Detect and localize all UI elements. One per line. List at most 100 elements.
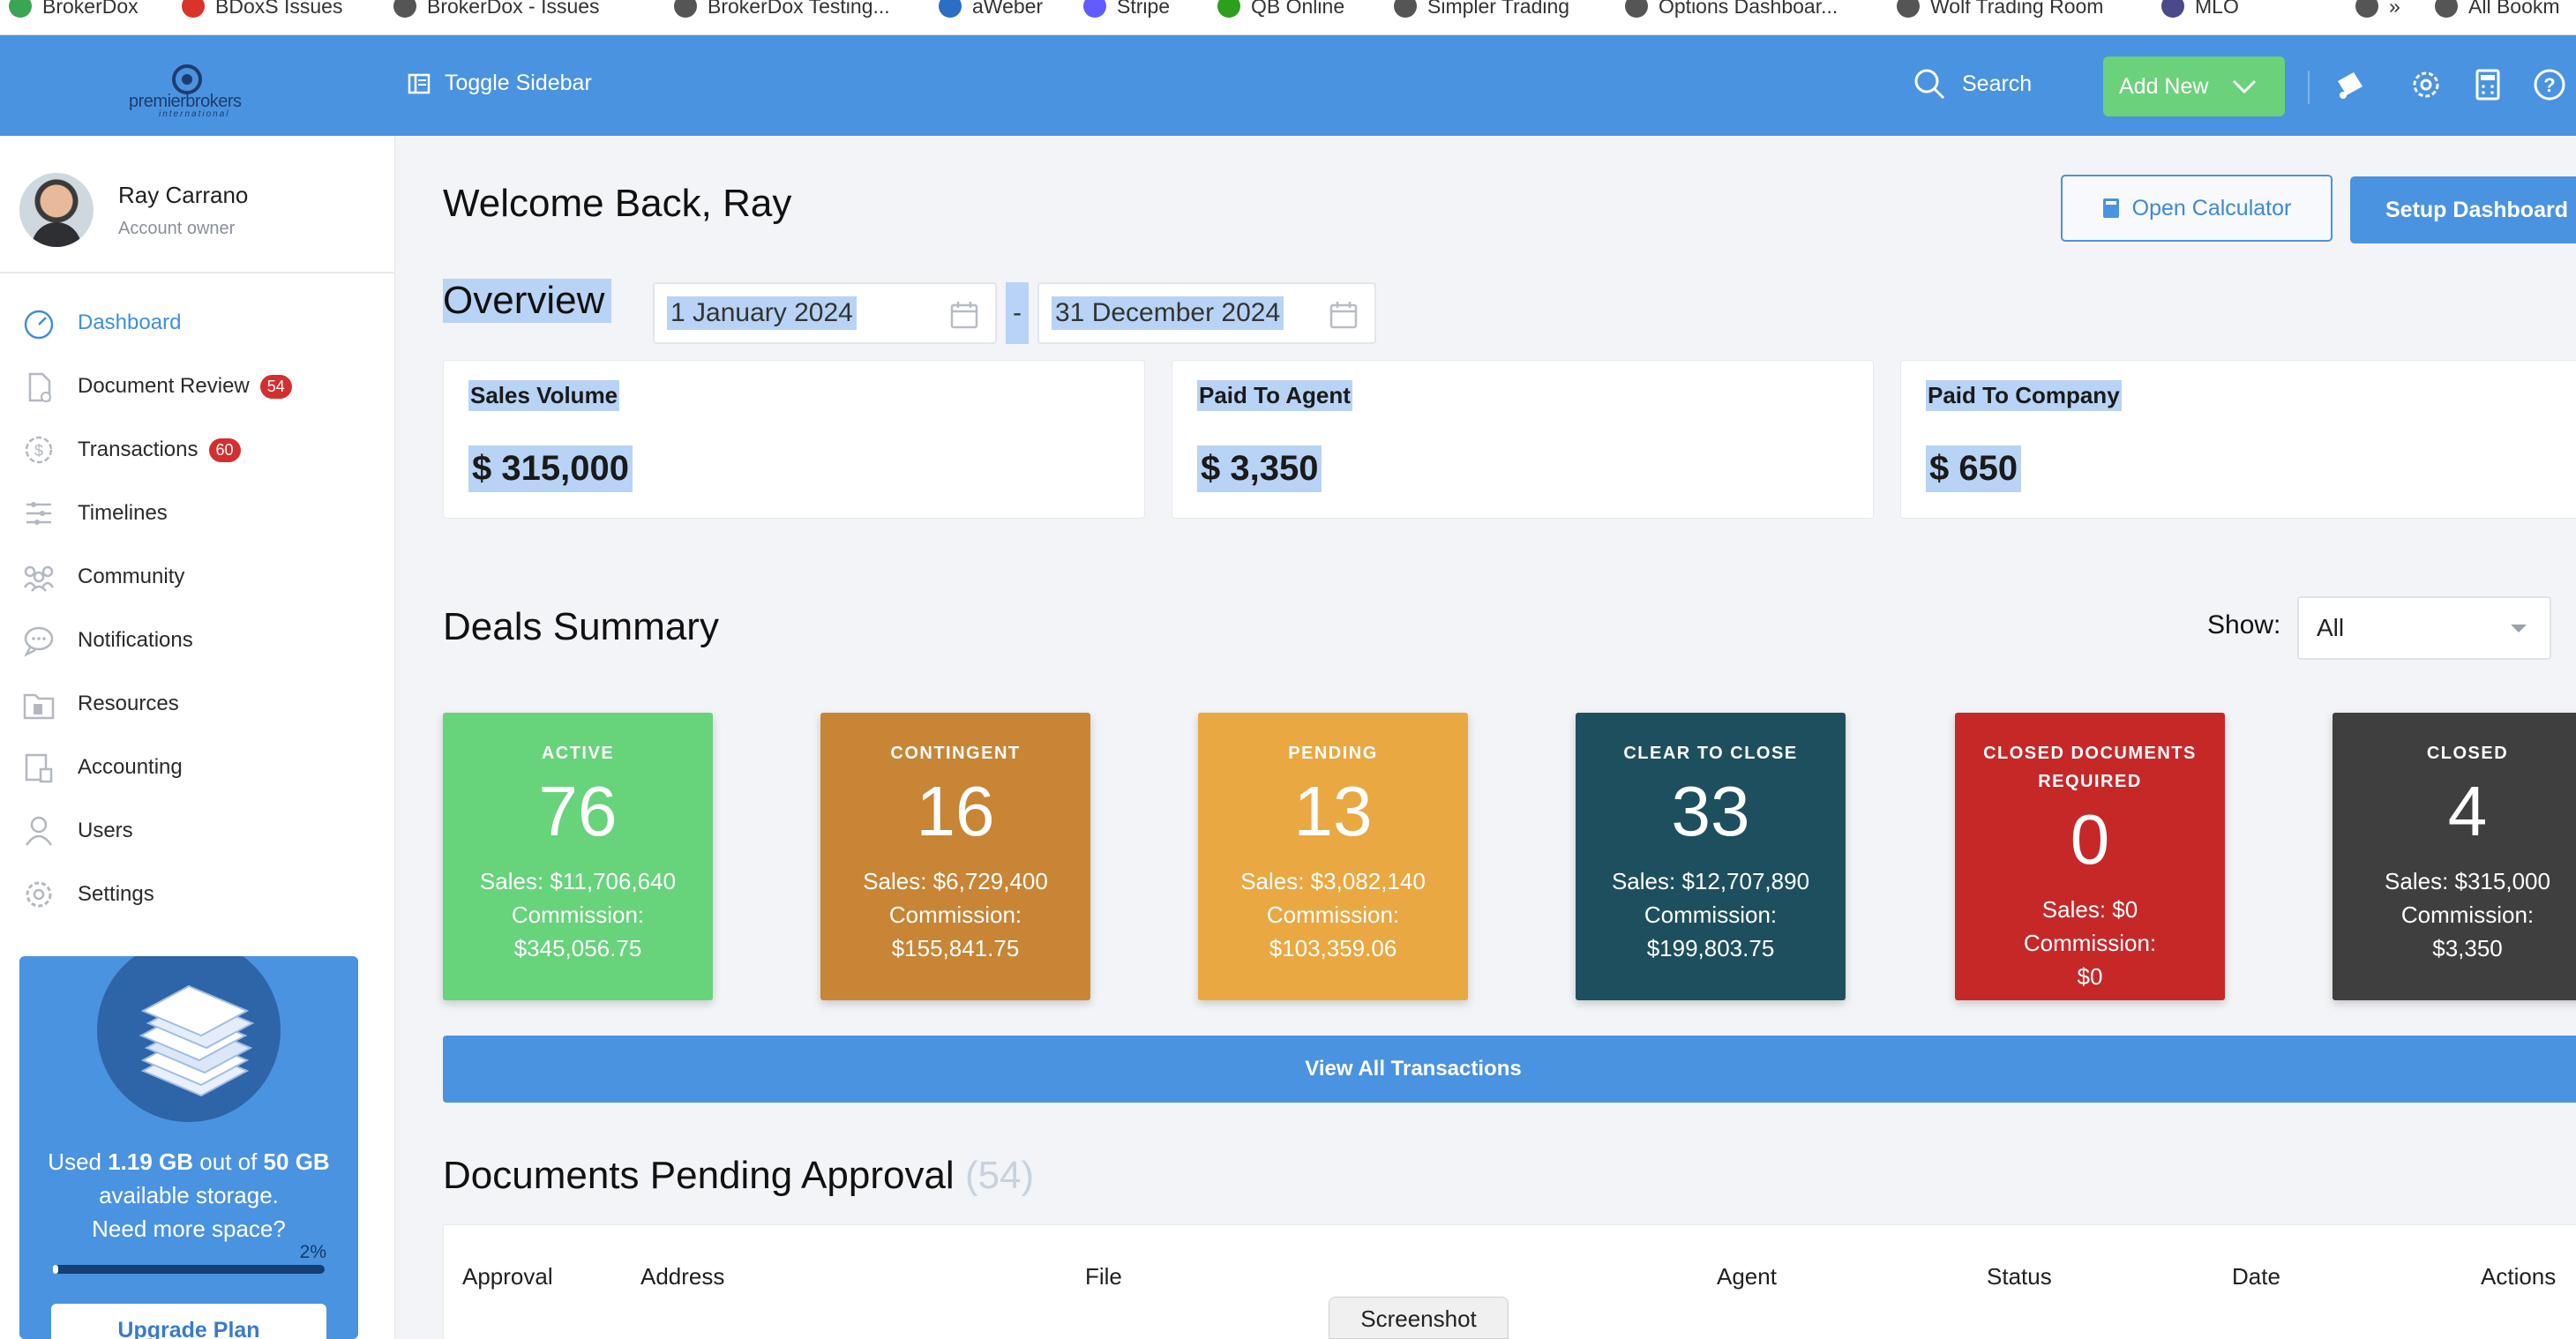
sidebar-item-label: Dashboard [78, 310, 182, 334]
bookmark-label: BDoxS Issues [215, 0, 343, 18]
deal-card-clear-to-close[interactable]: CLEAR TO CLOSE 33 Sales: $12,707,890 Commis… [1576, 713, 1846, 1000]
sidebar-item-community[interactable]: Community [19, 557, 184, 596]
storage-usage-text: Used 1.19 GB out of 50 GB available stor… [19, 1145, 358, 1245]
bookmark-label: Options Dashboar... [1659, 0, 1838, 18]
deal-card-closed[interactable]: CLOSED 4 Sales: $315,000 Commission: $3,350 [2333, 713, 2576, 1000]
bookmark-item[interactable]: BrokerDox Testing... [674, 0, 890, 21]
sidebar-item-transactions[interactable]: $ Transactions 60 [19, 430, 241, 469]
date-from-field[interactable]: 1 January 2024 [653, 282, 997, 344]
sidebar-item-dashboard[interactable]: Dashboard [19, 303, 181, 342]
bookmark-favicon-icon [1217, 0, 1240, 18]
bookmark-item[interactable]: BrokerDox [9, 0, 139, 21]
deal-count: 16 [916, 772, 995, 850]
sidebar-item-label: Accounting [78, 755, 183, 779]
deal-count: 76 [538, 772, 618, 850]
date-from-value: 1 January 2024 [667, 296, 857, 330]
bell-icon[interactable] [2333, 67, 2368, 102]
storage-total: 50 GB [263, 1148, 330, 1175]
calculator-icon [2102, 198, 2119, 218]
bookmark-item[interactable]: QB Online [1217, 0, 1344, 21]
bookmark-item[interactable]: Stripe [1083, 0, 1170, 21]
toggle-sidebar-button[interactable]: Toggle Sidebar [408, 71, 592, 96]
bookmark-favicon-icon [393, 0, 416, 18]
bookmark-item[interactable]: » [2355, 0, 2400, 21]
bookmark-item[interactable]: BDoxS Issues [182, 0, 342, 21]
documents-pending-heading: Documents Pending Approval (54) [443, 1154, 1034, 1198]
calculator-icon[interactable] [2470, 67, 2505, 102]
view-all-transactions-button[interactable]: View All Transactions [443, 1036, 2576, 1103]
bookmark-label: Simpler Trading [1427, 0, 1570, 18]
avatar [19, 173, 94, 247]
show-filter-label: Show: [2207, 610, 2281, 640]
top-header: premierbrokers international Toggle Side… [0, 35, 2576, 136]
setup-dashboard-button[interactable]: Setup Dashboard [2350, 176, 2576, 243]
sidebar-item-timelines[interactable]: Timelines [19, 494, 168, 533]
bookmark-item[interactable]: All Bookm [2435, 0, 2560, 21]
sidebar-item-resources[interactable]: Resources [19, 684, 179, 723]
sidebar-item-label: Notifications [78, 628, 193, 652]
deal-commission-label: Commission: [888, 901, 1022, 928]
storage-progress-fill [53, 1265, 59, 1274]
upgrade-plan-button[interactable]: Upgrade Plan [51, 1304, 326, 1339]
chevron-down-icon [2233, 79, 2257, 94]
sidebar-item-settings[interactable]: Settings [19, 875, 154, 914]
deal-count: 13 [1293, 772, 1373, 850]
bookmark-favicon-icon [9, 0, 32, 18]
deal-commission-label: Commission: [511, 901, 645, 928]
bookmark-item[interactable]: MLO [2161, 0, 2239, 21]
deal-commission: $199,803.75 [1646, 935, 1775, 961]
folder-icon [19, 684, 58, 723]
count-badge: 54 [259, 374, 292, 399]
bookmark-favicon-icon [2435, 0, 2458, 18]
deal-card-contingent[interactable]: CONTINGENT 16 Sales: $6,729,400 Commission:… [820, 713, 1090, 1000]
add-new-button[interactable]: Add New [2103, 56, 2285, 116]
bookmark-item[interactable]: BrokerDox - Issues [393, 0, 600, 21]
show-filter-select[interactable]: All [2297, 596, 2551, 660]
bookmarks-bar: BrokerDox BDoxS Issues BrokerDox - Issues B… [0, 0, 2576, 35]
count-badge: 60 [208, 438, 241, 462]
sidebar-item-notifications[interactable]: Notifications [19, 621, 193, 660]
bookmark-favicon-icon [182, 0, 205, 18]
bookmark-item[interactable]: Wolf Trading Room [1897, 0, 2103, 21]
deal-status-title: CLOSED [2426, 744, 2509, 763]
bookmark-label: QB Online [1251, 0, 1345, 18]
bookmark-favicon-icon [939, 0, 962, 18]
help-icon[interactable]: ? [2532, 67, 2567, 102]
search-label: Search [1962, 71, 2033, 96]
open-calculator-button[interactable]: Open Calculator [2061, 175, 2333, 242]
bookmark-item[interactable]: Options Dashboar... [1625, 0, 1838, 21]
date-to-field[interactable]: 31 December 2024 [1037, 282, 1376, 344]
bookmark-label: Wolf Trading Room [1930, 0, 2104, 18]
sidebar-item-accounting[interactable]: Accounting [19, 748, 183, 787]
bookmark-favicon-icon [674, 0, 697, 18]
bookmark-label: aWeber [972, 0, 1044, 18]
deal-sales: Sales: $11,706,640 [479, 868, 677, 894]
search-button[interactable]: Search [1913, 67, 2032, 101]
storage-panel: Used 1.19 GB out of 50 GB available stor… [19, 956, 358, 1339]
deal-card-active[interactable]: ACTIVE 76 Sales: $11,706,640 Commission: $34… [443, 713, 713, 1000]
bookmark-item[interactable]: Simpler Trading [1394, 0, 1569, 21]
deal-sales: Sales: $12,707,890 [1611, 868, 1810, 894]
table-header-status: Status [1987, 1263, 2052, 1290]
date-to-value: 31 December 2024 [1052, 296, 1284, 330]
company-logo[interactable]: premierbrokers international [124, 62, 256, 119]
deal-commission: $0 [2077, 963, 2103, 990]
deal-commission-label: Commission: [2400, 901, 2535, 928]
deal-status-title: PENDING [1288, 744, 1378, 763]
deal-count: 0 [2070, 800, 2110, 879]
deal-card-pending[interactable]: PENDING 13 Sales: $3,082,140 Commission: $10… [1198, 713, 1468, 1000]
gear-icon[interactable] [2408, 67, 2444, 102]
document-icon [19, 367, 58, 406]
deal-commission: $3,350 [2432, 935, 2503, 961]
header-divider [2308, 71, 2310, 104]
storage-need-more: Need more space? [92, 1216, 286, 1242]
date-range-separator: - [1006, 282, 1029, 344]
page-title: Welcome Back, Ray [443, 182, 792, 225]
bookmark-item[interactable]: aWeber [939, 0, 1043, 21]
logo-subtitle: international [159, 109, 230, 119]
deal-sales: Sales: $6,729,400 [863, 868, 1048, 894]
deal-status-title: ACTIVE [541, 744, 615, 763]
sidebar-item-document-review[interactable]: Document Review 54 [19, 367, 292, 406]
sidebar-item-users[interactable]: Users [19, 812, 133, 850]
deal-card-closed-documents-required[interactable]: CLOSED DOCUMENTS REQUIRED 0 Sales: $0 Commi… [1955, 713, 2225, 1000]
